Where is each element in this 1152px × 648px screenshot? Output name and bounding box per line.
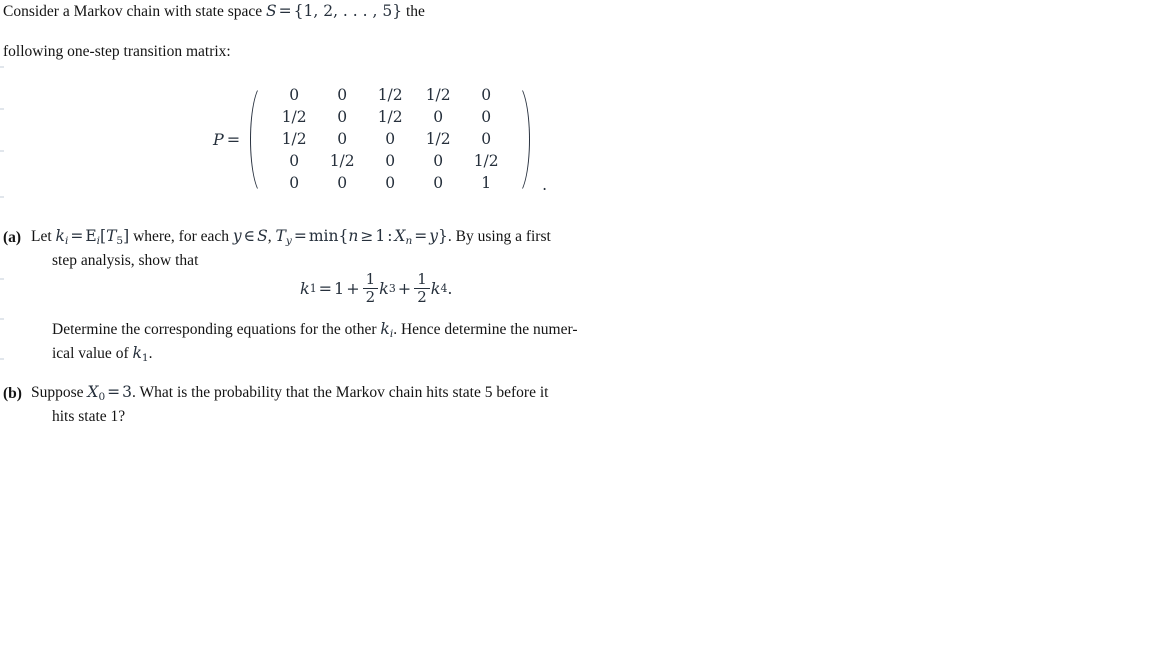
item-a-line4-text-b: . [148,345,153,362]
k-symbol: k [380,320,390,338]
equation-period: . [447,279,453,299]
matrix-cell: 0 [385,130,396,148]
matrix-cell: 0 [289,174,300,192]
item-a-line-3: Determine the corresponding equations fo… [52,320,578,339]
item-b-text-b: . What is the probability that the Marko… [132,384,549,401]
matrix-cell: 0 [289,86,300,104]
matrix-equals-sign: = [226,130,241,149]
matrix-cell: 1/2 [329,152,355,170]
matrix-cell: 0 [481,86,492,104]
fraction-denominator: 2 [365,288,376,307]
X-symbol: X [394,227,406,245]
intro-line-2: following one-step transition matrix: [3,43,231,60]
item-a-line-2: step analysis, show that [52,252,199,269]
matrix-cell: 1/2 [425,130,451,148]
one-value: 1 [375,227,386,245]
comma: , [267,228,276,245]
transition-matrix-block: P = 0 0 1/2 1/2 0 1/2 0 1/2 0 0 1/2 0 0 … [213,82,547,197]
k-symbol: k [55,227,65,245]
equation-term2-symbol: k [430,279,441,299]
brace-open: { [338,227,349,245]
item-a-t3: . By using a first [447,228,551,245]
intro-text-before: Consider a Markov chain with state space [3,3,266,20]
equals-sign: = [278,2,292,20]
item-a-line3-text-b: . Hence determine the numer- [393,321,578,338]
fraction-one-half: 12 [414,272,430,305]
intro-line-1: Consider a Markov chain with state space… [3,2,425,20]
intro-text-after: the [402,3,425,20]
matrix-left-paren [248,82,266,197]
expectation-symbol: E [85,227,97,245]
item-a-line4-text-a: ical value of [52,345,133,362]
fraction-denominator: 2 [417,288,427,307]
equation-lhs-symbol: k [300,279,310,299]
X-symbol: X [87,383,99,401]
equals-sign: = [293,227,307,245]
Ty-subscript: y [285,234,292,247]
item-b-line-2: hits state 1? [52,408,126,425]
y-symbol: y [429,227,439,245]
plus-sign: + [397,279,412,299]
initial-state-value: 3 [122,383,133,401]
element-of-icon: ∈ [243,227,256,245]
matrix-label: P [213,130,224,149]
state-space-value: {1, 2, . . . , 5} [293,2,403,20]
matrix-cell: 0 [433,108,444,126]
equation-term1-symbol: k [379,279,389,299]
state-space-symbol: S [257,227,268,245]
item-a-t2: where, for each [129,228,233,245]
k-subscript: 1 [141,351,149,364]
matrix-cell: 0 [337,174,348,192]
equals-sign: = [414,227,428,245]
item-a-t1: Let [31,228,56,245]
fraction-numerator: 1 [417,270,427,288]
equals-sign: = [318,279,333,299]
state-space-symbol: S [266,2,277,20]
matrix-cell: 1/2 [425,86,451,104]
scan-artifact [0,150,4,152]
equation-constant-term: 1 [334,279,345,299]
equals-sign: = [70,227,84,245]
fraction-one-half: 12 [362,270,379,307]
hitting-time-symbol: T [106,227,117,245]
item-b-marker: (b) [3,385,22,402]
scan-artifact [0,66,4,68]
scan-artifact [0,196,4,198]
matrix-cell: 0 [385,174,396,192]
fraction-numerator: 1 [365,270,376,288]
matrix-cell: 1 [481,174,492,192]
matrix-grid: 0 0 1/2 1/2 0 1/2 0 1/2 0 0 1/2 0 0 1/2 … [266,82,514,197]
k-symbol: k [132,344,142,362]
matrix-cell: 0 [433,152,444,170]
matrix-cell: 0 [337,108,348,126]
min-operator: min [308,227,339,245]
item-b-line-1: Suppose X0 = 3. What is the probability th… [31,383,549,402]
n-symbol: n [348,227,359,245]
item-a-line-4: ical value of k1. [52,344,153,364]
item-a-line-1: Let ki = Ei[T5] where, for each y ∈ S, Ty = mi… [31,227,551,247]
matrix-trailing-period: . [542,176,548,194]
matrix-cell: 0 [385,152,396,170]
matrix-cell: 1/2 [377,86,403,104]
greater-equal-icon: ≥ [360,227,374,245]
matrix-cell: 1/2 [377,108,403,126]
matrix-right-paren [514,82,532,197]
equals-sign: = [107,383,121,401]
item-b-text-a: Suppose [31,384,88,401]
scan-artifact [0,108,4,110]
item-a-line3-text-a: Determine the corresponding equations fo… [52,321,381,338]
Ty-symbol: T [275,227,286,245]
scan-artifact [0,278,4,280]
y-symbol: y [232,227,242,245]
item-a-marker: (a) [3,229,22,246]
displayed-equation: k 1 = 1 +1 2 k 3 +1 2 k 4. [300,270,453,307]
brace-close: } [438,227,448,245]
matrix-cell: 0 [337,130,348,148]
plus-sign: + [346,279,360,299]
scan-artifact [0,318,4,320]
matrix-cell: 0 [337,86,348,104]
matrix-cell: 0 [433,174,444,192]
scan-artifact [0,358,4,360]
